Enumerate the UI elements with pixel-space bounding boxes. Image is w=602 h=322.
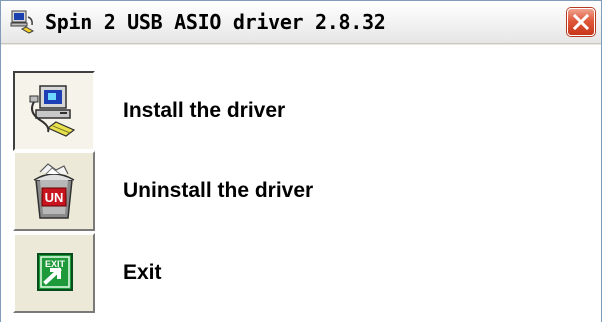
exit-label: Exit xyxy=(123,261,162,284)
uninstall-label: Uninstall the driver xyxy=(123,179,314,202)
uninstall-icon-text: UN xyxy=(45,190,64,205)
install-label: Install the driver xyxy=(123,99,286,122)
exit-button[interactable]: EXIT xyxy=(13,233,95,313)
window-title: Spin 2 USB ASIO driver 2.8.32 xyxy=(45,10,386,34)
uninstall-button[interactable]: UN xyxy=(13,151,95,231)
close-button[interactable] xyxy=(567,8,595,36)
install-button[interactable] xyxy=(13,71,95,151)
app-window: Spin 2 USB ASIO driver 2.8.32 Install th… xyxy=(0,0,602,322)
title-bar[interactable]: Spin 2 USB ASIO driver 2.8.32 xyxy=(1,1,601,44)
exit-row: EXIT Exit xyxy=(1,233,601,313)
computer-plug-icon xyxy=(9,9,37,35)
uninstall-row: UN Uninstall the driver xyxy=(1,151,601,231)
main-panel: Install the driver UN Uninstall the driv… xyxy=(1,44,601,322)
install-row: Install the driver xyxy=(1,71,601,151)
exit-icon-text: EXIT xyxy=(45,259,66,269)
